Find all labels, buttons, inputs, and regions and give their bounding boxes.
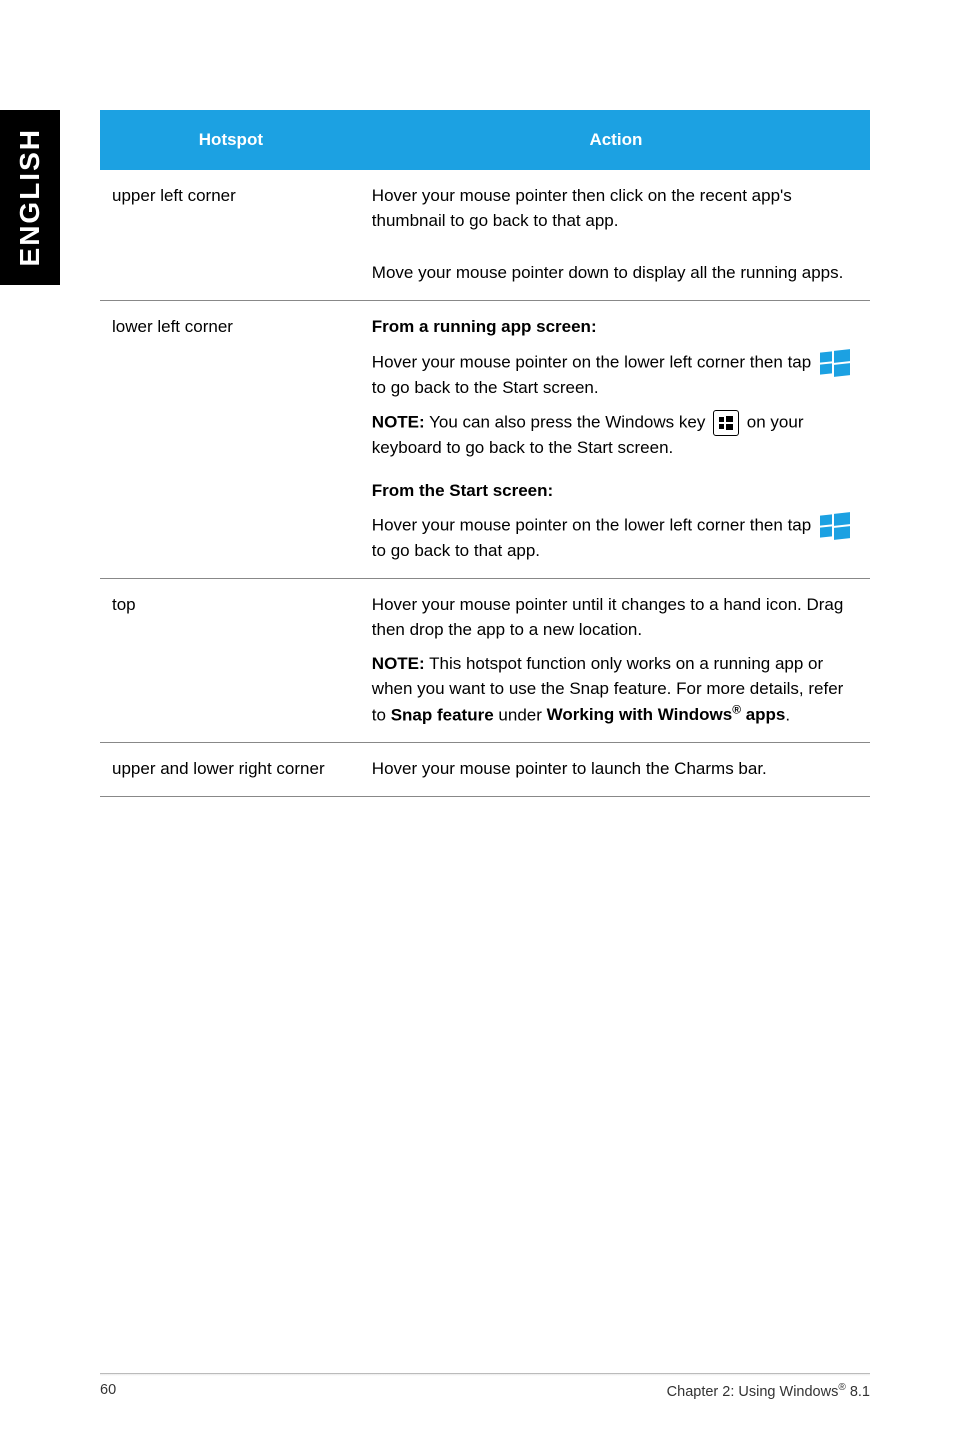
- table-row: Move your mouse pointer down to display …: [100, 247, 870, 300]
- action-cell: Hover your mouse pointer then click on t…: [362, 170, 870, 247]
- chapter-label: Chapter 2: Using Windows® 8.1: [667, 1382, 870, 1400]
- subheading: From a running app screen:: [372, 317, 597, 336]
- hotspot-table: Hotspot Action upper left corner Hover y…: [100, 110, 870, 797]
- header-hotspot: Hotspot: [100, 110, 362, 170]
- page-number: 60: [100, 1382, 116, 1400]
- hotspot-cell: lower left corner: [100, 300, 362, 578]
- table-row: upper and lower right corner Hover your …: [100, 742, 870, 796]
- instruction-text: Hover your mouse pointer until it change…: [372, 593, 860, 642]
- action-cell: From a running app screen: Hover your mo…: [362, 300, 870, 578]
- hotspot-table-container: Hotspot Action upper left corner Hover y…: [100, 110, 870, 797]
- instruction-text: Hover your mouse pointer on the lower le…: [372, 350, 860, 401]
- registered-mark: ®: [732, 703, 741, 717]
- hotspot-cell: upper and lower right corner: [100, 742, 362, 796]
- table-row: lower left corner From a running app scr…: [100, 300, 870, 578]
- header-action: Action: [362, 110, 870, 170]
- table-row: top Hover your mouse pointer until it ch…: [100, 579, 870, 743]
- page-footer: 60 Chapter 2: Using Windows® 8.1: [100, 1373, 870, 1400]
- subheading: From the Start screen:: [372, 481, 553, 500]
- hotspot-cell: [100, 247, 362, 300]
- language-tab: ENGLISH: [0, 110, 60, 285]
- windows-start-icon: [818, 513, 852, 539]
- instruction-text: Hover your mouse pointer on the lower le…: [372, 513, 860, 564]
- registered-mark: ®: [838, 1382, 845, 1393]
- hotspot-cell: top: [100, 579, 362, 743]
- note-text: NOTE: This hotspot function only works o…: [372, 652, 860, 728]
- action-cell: Hover your mouse pointer until it change…: [362, 579, 870, 743]
- note-text: NOTE: You can also press the Windows key…: [372, 410, 860, 461]
- language-label: ENGLISH: [14, 128, 46, 266]
- table-row: upper left corner Hover your mouse point…: [100, 170, 870, 247]
- action-cell: Move your mouse pointer down to display …: [362, 247, 870, 300]
- hotspot-cell: upper left corner: [100, 170, 362, 247]
- windows-key-icon: [713, 410, 739, 436]
- action-cell: Hover your mouse pointer to launch the C…: [362, 742, 870, 796]
- windows-start-icon: [818, 350, 852, 376]
